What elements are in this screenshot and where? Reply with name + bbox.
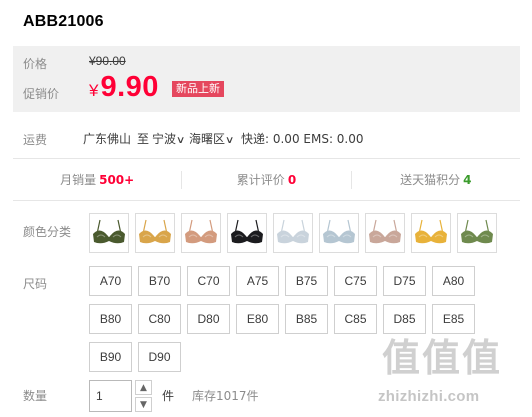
size-option[interactable]: B70: [138, 266, 181, 296]
monthly-sales-value: 500+: [99, 172, 135, 187]
quantity-decrease-button[interactable]: ▼: [135, 397, 152, 412]
color-swatch-list: [89, 213, 497, 253]
size-option[interactable]: A70: [89, 266, 132, 296]
size-option[interactable]: D90: [138, 342, 181, 372]
dest-district-text: 海曙区: [189, 132, 226, 146]
watermark-glyph: 值: [422, 336, 461, 380]
monthly-sales-label: 月销量: [60, 173, 97, 187]
size-option[interactable]: D80: [187, 304, 230, 334]
color-swatch[interactable]: [319, 213, 359, 253]
size-option[interactable]: C80: [138, 304, 181, 334]
ship-from: 广东佛山: [83, 132, 132, 146]
points-label: 送天猫积分: [400, 173, 461, 187]
color-swatch[interactable]: [89, 213, 129, 253]
chevron-up-icon: ▲: [140, 382, 147, 393]
color-swatch[interactable]: [365, 213, 405, 253]
site-watermark: 值值值 zhizhizhi.com: [376, 336, 526, 416]
quantity-input[interactable]: 1: [89, 380, 132, 412]
chevron-down-icon: ∨: [175, 135, 186, 146]
original-price: ¥90.00: [89, 54, 126, 68]
size-option[interactable]: D75: [383, 266, 426, 296]
quantity-increase-button[interactable]: ▲: [135, 380, 152, 395]
quantity-label: 数量: [23, 389, 48, 403]
size-option[interactable]: D85: [383, 304, 426, 334]
price-label: 价格: [23, 57, 48, 71]
color-swatch[interactable]: [181, 213, 221, 253]
shipping-row: 运费 广东佛山 至 宁波∨ 海曙区∨ 快递: 0.00 EMS: 0.00: [0, 128, 532, 148]
size-option[interactable]: C75: [334, 266, 377, 296]
size-option[interactable]: B80: [89, 304, 132, 334]
points-value: 4: [463, 172, 472, 187]
promo-currency: ¥: [89, 81, 99, 100]
watermark-glyph: 值: [382, 336, 421, 380]
tmall-points: 送天猫积分 4: [350, 170, 520, 189]
new-arrival-badge: 新品上新: [172, 81, 224, 97]
total-reviews[interactable]: 累计评价 0: [181, 170, 350, 189]
dest-city-select[interactable]: 宁波∨: [152, 130, 186, 147]
dest-city-text: 宁波: [152, 132, 177, 146]
size-option[interactable]: B75: [285, 266, 328, 296]
promo-price-label: 促销价: [23, 87, 60, 101]
monthly-sales: 月销量 500+: [13, 159, 181, 200]
size-option[interactable]: C85: [334, 304, 377, 334]
color-label: 颜色分类: [23, 225, 72, 239]
bra-light-blue-icon: [323, 219, 355, 244]
color-swatch[interactable]: [457, 213, 497, 253]
size-option[interactable]: B85: [285, 304, 328, 334]
shipping-fees: 快递: 0.00 EMS: 0.00: [241, 132, 364, 146]
size-option[interactable]: A75: [236, 266, 279, 296]
bra-nude-icon: [185, 219, 217, 244]
chevron-down-icon: ▼: [140, 399, 147, 410]
color-swatch[interactable]: [411, 213, 451, 253]
promo-price: ¥ 9.90: [89, 71, 159, 104]
size-option[interactable]: B90: [89, 342, 132, 372]
watermark-text: zhizhizhi.com: [378, 388, 480, 405]
stock-count: 库存1017件: [192, 389, 259, 403]
reviews-label: 累计评价: [236, 173, 285, 187]
bra-floral-icon: [369, 219, 401, 244]
bra-camo-icon: [93, 219, 125, 244]
bra-black-icon: [231, 219, 263, 244]
product-title: ABB21006: [23, 13, 104, 30]
color-swatch[interactable]: [227, 213, 267, 253]
dest-district-select[interactable]: 海曙区∨: [189, 130, 235, 147]
chevron-down-icon: ∨: [224, 135, 235, 146]
size-option[interactable]: E85: [432, 304, 475, 334]
quantity-unit: 件: [162, 389, 175, 403]
bra-pale-blue-icon: [277, 219, 309, 244]
watermark-glyphs: 值值值: [382, 336, 500, 380]
watermark-glyph: 值: [462, 336, 501, 380]
size-option[interactable]: C70: [187, 266, 230, 296]
color-swatch[interactable]: [273, 213, 313, 253]
size-label: 尺码: [23, 277, 48, 291]
bra-yellow-icon: [415, 219, 447, 244]
ship-to-word: 至: [137, 132, 150, 146]
stats-bar: 月销量 500+ 累计评价 0 送天猫积分 4: [13, 159, 520, 200]
size-option[interactable]: A80: [432, 266, 475, 296]
bra-green-floral-icon: [461, 219, 493, 244]
color-swatch[interactable]: [135, 213, 175, 253]
promo-price-value: 9.90: [100, 71, 159, 103]
size-option[interactable]: E80: [236, 304, 279, 334]
bra-mustard-icon: [139, 219, 171, 244]
shipping-label: 运费: [23, 133, 48, 147]
reviews-value: 0: [287, 172, 297, 187]
divider: [13, 200, 520, 201]
